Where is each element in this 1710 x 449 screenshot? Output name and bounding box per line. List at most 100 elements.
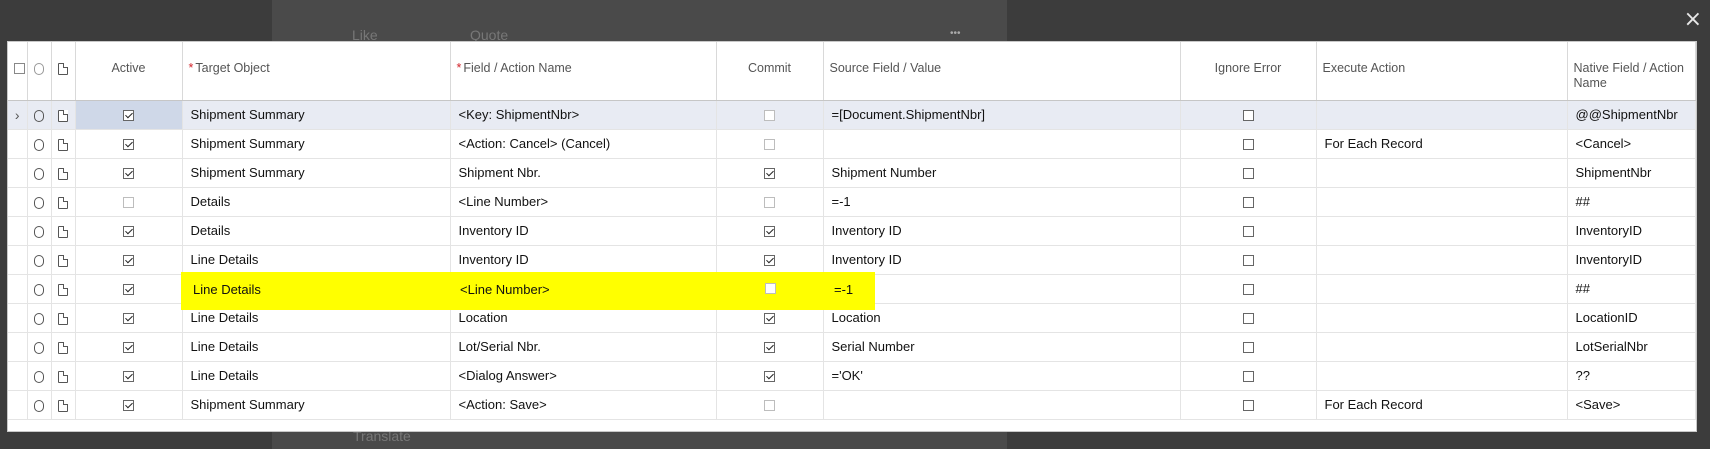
active-cell[interactable] xyxy=(75,187,183,217)
commit-checkbox[interactable] xyxy=(764,313,775,325)
active-checkbox[interactable] xyxy=(123,226,134,238)
commit-checkbox[interactable] xyxy=(764,342,775,354)
target-object-cell[interactable]: Line Details xyxy=(182,303,451,333)
paperclip-icon[interactable] xyxy=(34,399,44,412)
note-icon[interactable] xyxy=(58,167,68,180)
table-row[interactable]: Line Details Inventory ID Inventory ID Inve… xyxy=(8,245,1696,275)
paperclip-icon[interactable] xyxy=(34,254,44,267)
row-attachment-cell[interactable] xyxy=(27,129,52,159)
source-field-value-cell[interactable]: Location xyxy=(823,303,1181,333)
column-header-ignore-error[interactable]: Ignore Error xyxy=(1180,42,1317,101)
note-icon[interactable] xyxy=(58,283,68,296)
note-icon[interactable] xyxy=(58,254,68,267)
execute-action-cell[interactable] xyxy=(1316,100,1568,130)
paperclip-icon[interactable] xyxy=(34,341,44,354)
commit-cell[interactable] xyxy=(716,129,824,159)
field-action-name-cell[interactable]: <Key: ShipmentNbr> xyxy=(450,100,717,130)
column-header-source-field-value[interactable]: Source Field / Value xyxy=(823,42,1181,101)
paperclip-icon[interactable] xyxy=(34,196,44,209)
row-attachment-cell[interactable] xyxy=(27,158,52,188)
execute-action-cell[interactable] xyxy=(1316,245,1568,275)
source-field-value-cell[interactable]: Shipment Number xyxy=(823,158,1181,188)
row-note-cell[interactable] xyxy=(51,187,76,217)
table-row[interactable]: Shipment Summary Shipment Nbr. Shipment Nu… xyxy=(8,158,1696,188)
field-action-name-cell[interactable]: Shipment Nbr. xyxy=(450,158,717,188)
native-field-cell[interactable]: ## xyxy=(1567,187,1696,217)
ignore-error-cell[interactable] xyxy=(1180,361,1317,391)
target-object-cell[interactable]: Line Details xyxy=(182,274,451,304)
row-note-cell[interactable] xyxy=(51,158,76,188)
commit-cell[interactable] xyxy=(716,216,824,246)
field-action-name-cell[interactable]: <Line Number> xyxy=(450,274,717,304)
active-cell[interactable] xyxy=(75,245,183,275)
paperclip-icon[interactable] xyxy=(34,283,44,296)
target-object-cell[interactable]: Line Details xyxy=(182,245,451,275)
field-action-name-cell[interactable]: Lot/Serial Nbr. xyxy=(450,332,717,362)
ignore-error-cell[interactable] xyxy=(1180,274,1317,304)
field-action-name-cell[interactable]: Location xyxy=(450,303,717,333)
active-checkbox[interactable] xyxy=(123,400,134,412)
field-action-name-cell[interactable]: Inventory ID xyxy=(450,216,717,246)
active-checkbox[interactable] xyxy=(123,168,134,180)
note-icon[interactable] xyxy=(58,138,68,151)
ignore-error-cell[interactable] xyxy=(1180,129,1317,159)
ignore-error-checkbox[interactable] xyxy=(1242,371,1254,383)
execute-action-cell[interactable] xyxy=(1316,158,1568,188)
commit-checkbox[interactable] xyxy=(764,255,775,267)
paperclip-icon[interactable] xyxy=(34,370,44,383)
row-attachment-cell[interactable] xyxy=(27,361,52,391)
ignore-error-checkbox[interactable] xyxy=(1242,255,1254,267)
row-attachment-cell[interactable] xyxy=(27,216,52,246)
ignore-error-cell[interactable] xyxy=(1180,245,1317,275)
target-object-cell[interactable]: Shipment Summary xyxy=(182,100,451,130)
source-field-value-cell[interactable]: =-1 xyxy=(823,274,1181,304)
paperclip-icon[interactable] xyxy=(34,138,44,151)
native-field-cell[interactable]: <Cancel> xyxy=(1567,129,1696,159)
commit-checkbox[interactable] xyxy=(764,197,775,209)
native-field-cell[interactable]: LotSerialNbr xyxy=(1567,332,1696,362)
row-note-cell[interactable] xyxy=(51,216,76,246)
close-icon[interactable]: × xyxy=(1684,9,1702,31)
column-header-target-object[interactable]: * Target Object xyxy=(182,42,451,101)
execute-action-cell[interactable]: For Each Record xyxy=(1316,129,1568,159)
row-attachment-cell[interactable] xyxy=(27,390,52,420)
note-icon[interactable] xyxy=(58,109,68,122)
row-attachment-cell[interactable] xyxy=(27,303,52,333)
commit-cell[interactable] xyxy=(716,361,824,391)
commit-cell[interactable] xyxy=(716,245,824,275)
source-field-value-cell[interactable] xyxy=(823,390,1181,420)
commit-cell[interactable] xyxy=(716,100,824,130)
row-note-cell[interactable] xyxy=(51,390,76,420)
note-icon[interactable] xyxy=(58,225,68,238)
field-action-name-cell[interactable]: <Action: Save> xyxy=(450,390,717,420)
execute-action-cell[interactable] xyxy=(1316,332,1568,362)
row-indicator[interactable] xyxy=(8,187,28,217)
ignore-error-checkbox[interactable] xyxy=(1242,168,1254,180)
commit-checkbox[interactable] xyxy=(764,110,775,122)
active-cell[interactable] xyxy=(75,390,183,420)
commit-cell[interactable] xyxy=(716,187,824,217)
execute-action-cell[interactable]: For Each Record xyxy=(1316,390,1568,420)
row-attachment-cell[interactable] xyxy=(27,274,52,304)
row-indicator[interactable] xyxy=(8,303,28,333)
row-attachment-cell[interactable] xyxy=(27,100,52,130)
ignore-error-cell[interactable] xyxy=(1180,100,1317,130)
native-field-cell[interactable]: <Save> xyxy=(1567,390,1696,420)
native-field-cell[interactable]: ?? xyxy=(1567,361,1696,391)
note-icon[interactable] xyxy=(58,399,68,412)
column-header-active[interactable]: Active xyxy=(75,42,183,101)
native-field-cell[interactable]: LocationID xyxy=(1567,303,1696,333)
execute-action-cell[interactable] xyxy=(1316,303,1568,333)
row-note-cell[interactable] xyxy=(51,303,76,333)
note-icon[interactable] xyxy=(58,312,68,325)
paperclip-icon[interactable] xyxy=(34,167,44,180)
ignore-error-cell[interactable] xyxy=(1180,216,1317,246)
row-attachment-cell[interactable] xyxy=(27,245,52,275)
active-checkbox[interactable] xyxy=(123,139,134,151)
ignore-error-checkbox[interactable] xyxy=(1242,342,1254,354)
active-cell[interactable] xyxy=(75,274,183,304)
target-object-cell[interactable]: Shipment Summary xyxy=(182,390,451,420)
table-row[interactable]: › Shipment Summary <Key: ShipmentNbr> =[Doc… xyxy=(8,100,1696,130)
execute-action-cell[interactable] xyxy=(1316,274,1568,304)
ignore-error-checkbox[interactable] xyxy=(1242,313,1254,325)
